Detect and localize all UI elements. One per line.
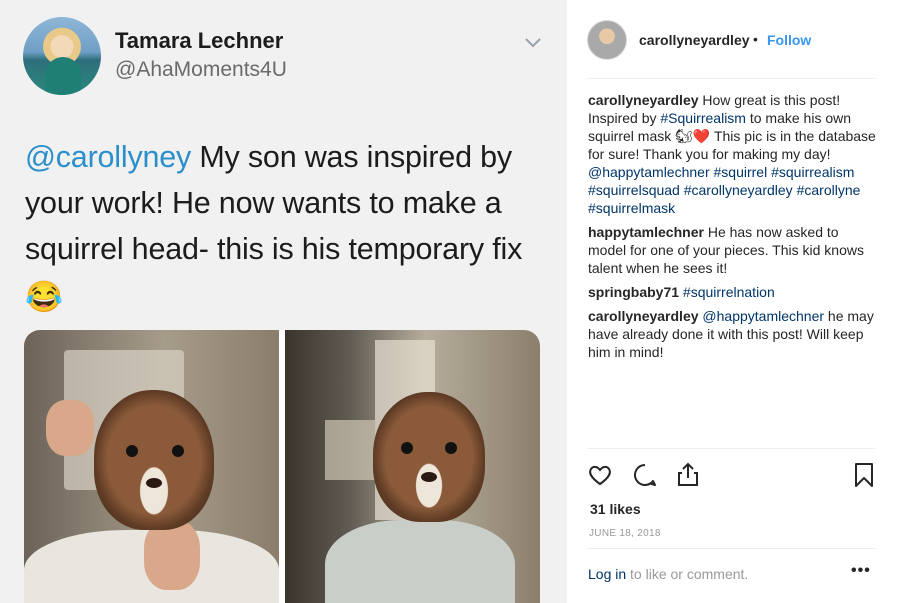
likes-count[interactable]: 31 likes	[590, 501, 641, 517]
comments-list: carollyneyardley How great is this post!…	[588, 91, 878, 367]
post-actions	[587, 462, 877, 490]
comment-tag-link[interactable]: @happytamlechner	[702, 308, 824, 324]
comment-tag-link[interactable]: #squirrelnation	[683, 284, 775, 300]
header-divider	[587, 78, 875, 79]
comment-username[interactable]: carollyneyardley	[588, 92, 699, 108]
login-link[interactable]: Log in	[588, 566, 626, 582]
comment-tag-link[interactable]: #squirrelsquad	[588, 182, 680, 198]
tweet-mention: @carollyney	[25, 140, 192, 174]
post-image[interactable]: Tamara Lechner @AhaMoments4U @carollyney…	[0, 0, 567, 603]
login-prompt-text: to like or comment.	[626, 566, 749, 582]
separator-dot: •	[753, 31, 758, 47]
tweet-photo-left	[24, 330, 279, 603]
login-divider	[587, 548, 875, 549]
post-header: carollyneyardley • Follow	[567, 0, 899, 78]
comment-bubble-icon[interactable]	[632, 462, 658, 488]
comment-username[interactable]: springbaby71	[588, 284, 679, 300]
tweet-author-avatar	[23, 17, 101, 95]
more-options-button[interactable]: •••	[851, 562, 871, 580]
tweet-text: @carollyney My son was inspired by your …	[25, 134, 550, 320]
tweet-photo-grid	[24, 330, 540, 603]
post-date: JUNE 18, 2018	[589, 528, 661, 539]
comment-item: carollyneyardley How great is this post!…	[588, 91, 878, 217]
comment-tag-link[interactable]: #carollyne	[797, 182, 861, 198]
login-prompt: Log in to like or comment.	[588, 566, 748, 582]
comment-tag-link[interactable]: #Squirrealism	[660, 110, 746, 126]
comment-tag-link[interactable]: #squirrelmask	[588, 200, 675, 216]
post-sidebar: carollyneyardley • Follow carollyneyardl…	[567, 0, 899, 603]
comment-tag-link[interactable]: @happytamlechner	[588, 164, 710, 180]
comment-username[interactable]: carollyneyardley	[588, 308, 699, 324]
comment-tag-link[interactable]: #squirrealism	[771, 164, 854, 180]
comment-tag-link[interactable]: #squirrel	[714, 164, 768, 180]
comment-tag-link[interactable]: #carollyneyardley	[684, 182, 793, 198]
tweet-author-handle: @AhaMoments4U	[115, 58, 287, 81]
comment-item: happytamlechner He has now asked to mode…	[588, 223, 878, 277]
heart-icon[interactable]	[587, 462, 613, 488]
bookmark-icon[interactable]	[852, 462, 876, 488]
avatar[interactable]	[587, 20, 627, 60]
follow-button[interactable]: Follow	[767, 32, 811, 48]
tweet-photo-right	[285, 330, 540, 603]
chevron-down-icon	[525, 38, 541, 48]
post-author-username[interactable]: carollyneyardley	[639, 32, 750, 48]
comment-item: carollyneyardley @happytamlechner he may…	[588, 307, 878, 361]
tweet-author-name: Tamara Lechner	[115, 28, 284, 53]
laughing-emoji-icon: 😂	[25, 280, 63, 314]
comment-item: springbaby71 #squirrelnation	[588, 283, 878, 301]
comment-username[interactable]: happytamlechner	[588, 224, 704, 240]
actions-divider	[587, 448, 875, 449]
share-icon[interactable]	[675, 462, 701, 488]
